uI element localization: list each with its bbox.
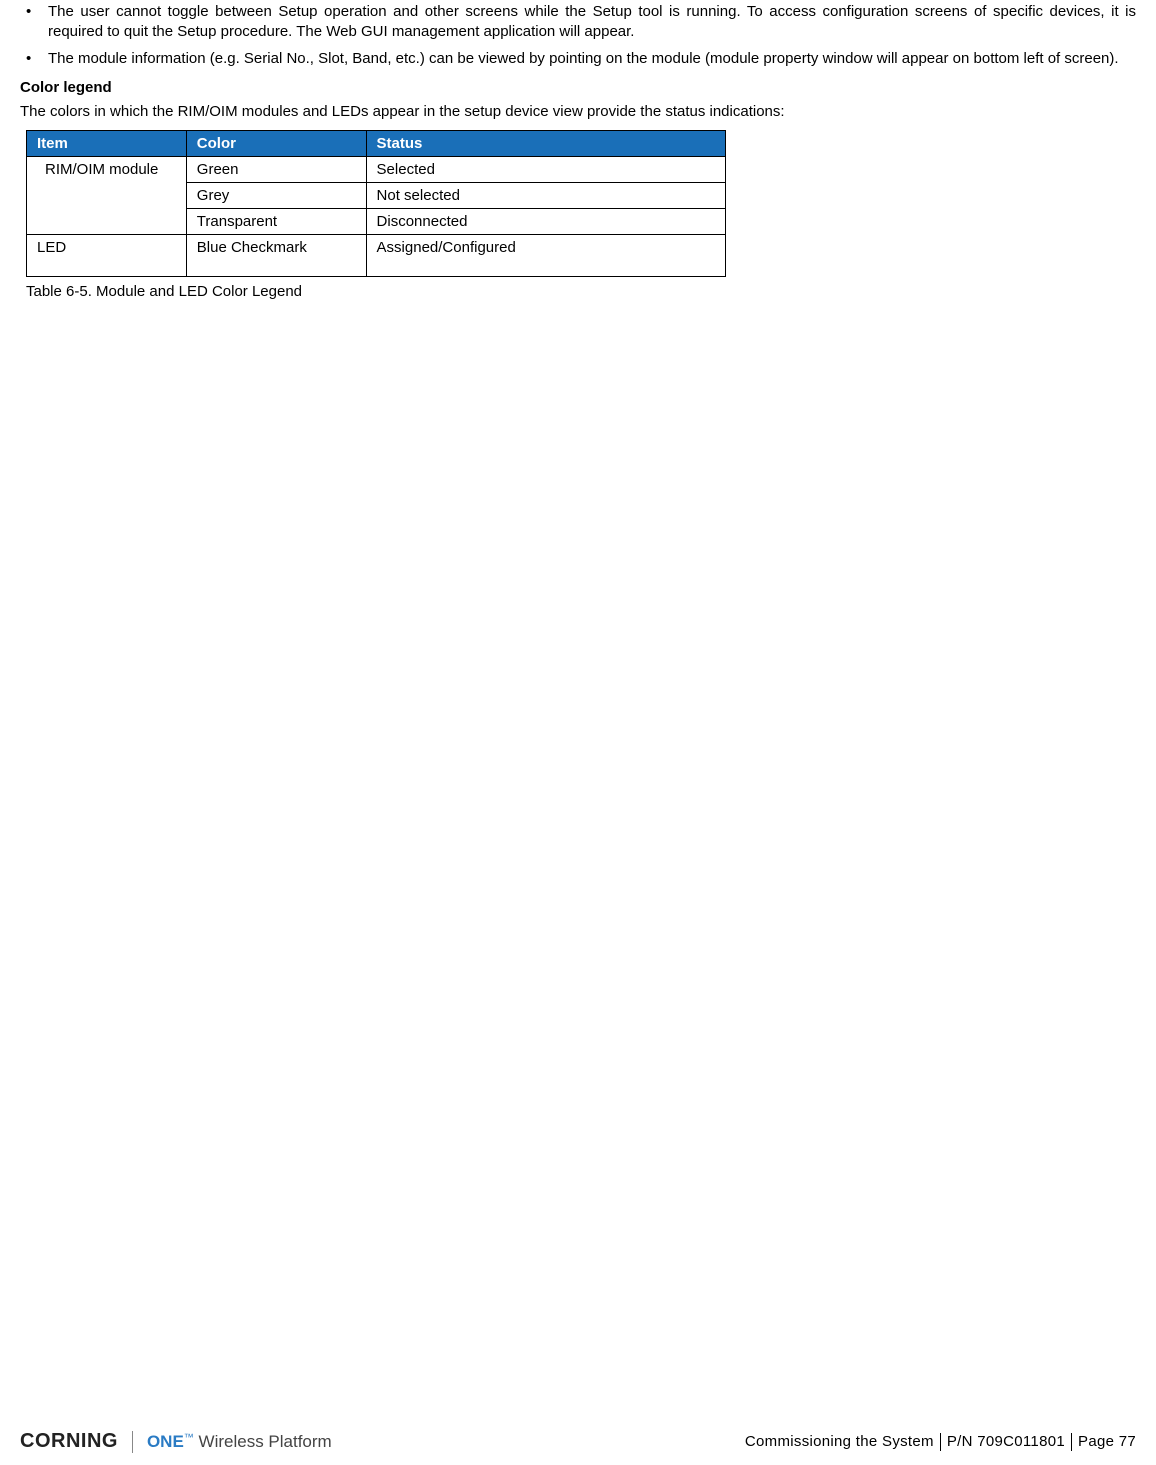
one-wireless-logo: ONE™ Wireless Platform (147, 1432, 332, 1452)
color-legend-table: Item Color Status RIM/OIM module Green S… (26, 130, 726, 277)
page-footer: CORNING ONE™ Wireless Platform Commissio… (20, 1430, 1136, 1453)
footer-separator-icon (1071, 1433, 1072, 1451)
table-header-status: Status (366, 131, 725, 157)
bullet-item: The module information (e.g. Serial No.,… (48, 49, 1136, 69)
table-cell: Blue Checkmark (186, 235, 366, 277)
table-cell: Assigned/Configured (366, 235, 725, 277)
table-header-item: Item (27, 131, 187, 157)
footer-page: Page 77 (1078, 1433, 1136, 1450)
table-row: RIM/OIM module Green Selected (27, 157, 726, 183)
brand-one-text: ONE (147, 1432, 184, 1451)
footer-meta: Commissioning the System P/N 709C011801 … (745, 1433, 1136, 1451)
footer-separator-icon (940, 1433, 941, 1451)
brand-rest-text: Wireless Platform (194, 1432, 332, 1451)
intro-text: The colors in which the RIM/OIM modules … (20, 102, 1136, 122)
table-caption: Table 6-5. Module and LED Color Legend (26, 283, 1136, 300)
footer-divider-icon (132, 1431, 133, 1453)
table-cell: Disconnected (366, 209, 725, 235)
table-header-color: Color (186, 131, 366, 157)
footer-pn: P/N 709C011801 (947, 1433, 1065, 1450)
table-cell: Not selected (366, 183, 725, 209)
table-cell: Green (186, 157, 366, 183)
table-cell: LED (27, 235, 187, 277)
footer-section: Commissioning the System (745, 1433, 934, 1450)
footer-brand: CORNING ONE™ Wireless Platform (20, 1430, 332, 1453)
trademark-icon: ™ (184, 1432, 194, 1443)
table-cell: Selected (366, 157, 725, 183)
table-cell: Transparent (186, 209, 366, 235)
corning-logo: CORNING (20, 1430, 118, 1453)
table-cell: RIM/OIM module (27, 157, 187, 235)
bullet-item: The user cannot toggle between Setup ope… (48, 2, 1136, 43)
section-heading: Color legend (20, 79, 1136, 96)
table-cell: Grey (186, 183, 366, 209)
table-row: LED Blue Checkmark Assigned/Configured (27, 235, 726, 277)
